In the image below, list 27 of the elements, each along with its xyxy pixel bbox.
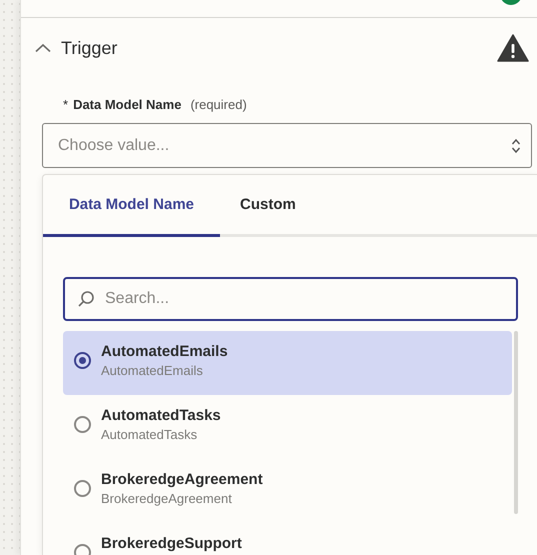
section-title: Trigger: [61, 38, 118, 58]
radio-button[interactable]: [74, 352, 91, 370]
status-icon: [500, 0, 522, 5]
tab[interactable]: Custom: [220, 175, 316, 238]
radio-button[interactable]: [74, 480, 91, 498]
radio-button[interactable]: [74, 416, 91, 434]
option-label: BrokeredgeSupport: [101, 535, 242, 552]
search-field[interactable]: Search...: [63, 277, 518, 322]
option-item[interactable]: BrokeredgeSupport: [63, 523, 512, 555]
select-placeholder: Choose value...: [58, 136, 170, 154]
chevron-icon[interactable]: [35, 43, 51, 53]
field-hint: (required): [190, 97, 247, 112]
option-item[interactable]: BrokeredgeAgreement BrokeredgeAgreement: [63, 459, 512, 524]
option-label: BrokeredgeAgreement: [101, 471, 263, 488]
option-item[interactable]: AutomatedTasks AutomatedTasks: [63, 395, 512, 460]
required-mark: *: [63, 97, 68, 112]
option-sublabel: AutomatedEmails: [101, 363, 204, 378]
up-down-icon: [511, 138, 521, 154]
option-sublabel: AutomatedTasks: [101, 427, 198, 442]
option-label: AutomatedTasks: [101, 407, 221, 424]
tab[interactable]: Data Model Name: [43, 175, 220, 238]
option-label: AutomatedEmails: [101, 343, 228, 360]
option-item[interactable]: AutomatedEmails AutomatedEmails: [63, 331, 512, 396]
search-icon: [77, 290, 95, 308]
field-label: Data Model Name: [73, 97, 182, 112]
option-sublabel: BrokeredgeAgreement: [101, 491, 233, 506]
warning-icon: [497, 34, 529, 62]
